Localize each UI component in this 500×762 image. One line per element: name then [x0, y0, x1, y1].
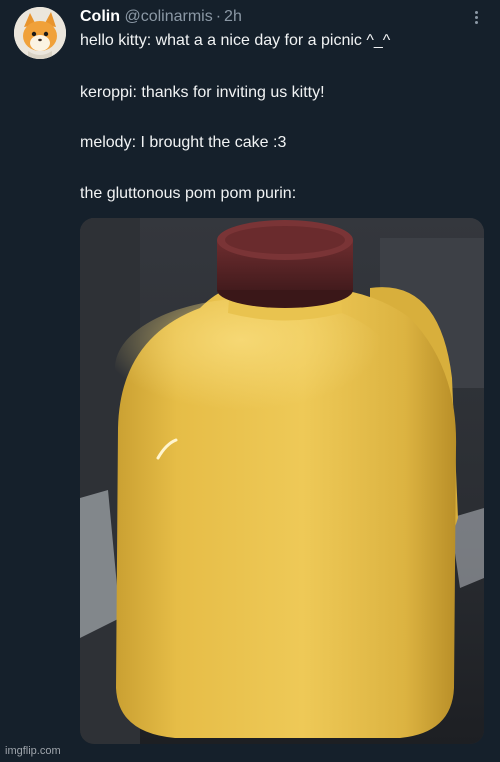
tweet-line-keroppi: keroppi: thanks for inviting us kitty! [80, 84, 325, 101]
watermark: imgflip.com [5, 745, 61, 757]
tweet-line-purin: the gluttonous pom pom purin: [80, 185, 297, 202]
tweet-line-hello-kitty: hello kitty: what a a nice day for a pic… [80, 32, 391, 49]
tweet-media[interactable] [80, 218, 484, 744]
more-dots-icon[interactable] [470, 6, 482, 28]
avatar[interactable] [14, 7, 66, 59]
tweet-header: Colin @colinarmis · 2h [80, 6, 242, 28]
tweet: Colin @colinarmis · 2h hello kitty: what a… [0, 0, 500, 762]
author-handle[interactable]: @colinarmis [124, 8, 212, 25]
milk-jug-photo [80, 218, 484, 744]
author-name[interactable]: Colin [80, 8, 120, 25]
timestamp[interactable]: 2h [224, 8, 242, 25]
separator-dot: · [215, 8, 222, 25]
tweet-line-melody: melody: I brought the cake :3 [80, 134, 287, 151]
avatar-image [14, 7, 66, 59]
